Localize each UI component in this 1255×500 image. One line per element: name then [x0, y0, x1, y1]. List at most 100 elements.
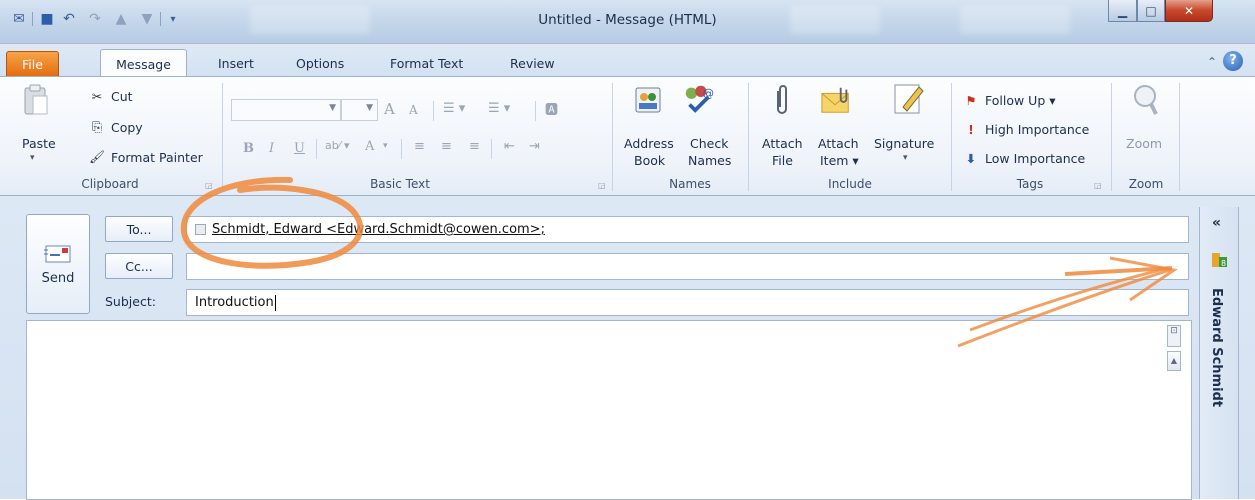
shrink-font-button[interactable]: A [409, 103, 418, 117]
font-color-dropdown-icon[interactable]: ▾ [383, 141, 388, 151]
ribbon: Paste ▾ ✂ Cut ⎘ Copy 🖌 Format Painter Clipb… [0, 76, 1255, 196]
address-book-icon[interactable] [632, 83, 664, 117]
send-label: Send [41, 270, 75, 286]
to-recipient[interactable]: Schmidt, Edward <Edward.Schmidt@cowen.co… [212, 222, 545, 237]
address-book-button[interactable]: Address [624, 136, 674, 151]
bullets-button[interactable]: ☰ ▾ [443, 101, 465, 116]
address-book-button-line2[interactable]: Book [634, 153, 665, 168]
follow-up-button[interactable]: ⚑ Follow Up ▾ [962, 90, 1055, 110]
clipboard-launcher-icon[interactable]: ◲ [205, 181, 213, 190]
tab-insert[interactable]: Insert [206, 49, 266, 77]
tags-launcher-icon[interactable]: ◲ [1094, 181, 1102, 190]
maximize-icon: □ [1145, 3, 1157, 18]
separator [401, 139, 402, 159]
collapse-pane-icon[interactable]: « [1212, 215, 1221, 231]
down-arrow-icon: ⬇ [965, 150, 977, 166]
minimize-button[interactable]: ▁ [1108, 0, 1137, 22]
tab-review[interactable]: Review [498, 49, 567, 77]
separator [491, 139, 492, 159]
maximize-button[interactable]: □ [1137, 0, 1165, 22]
minimize-ribbon-icon[interactable]: ⌃ [1207, 55, 1217, 69]
paperclip-icon[interactable] [766, 83, 798, 117]
increase-indent-icon[interactable]: ⇥ [529, 139, 540, 154]
paste-icon[interactable] [20, 83, 52, 117]
underline-button[interactable]: U [294, 141, 305, 156]
attach-item-button[interactable]: Attach [818, 136, 859, 151]
magnifier-icon[interactable] [1130, 83, 1162, 117]
group-label-names: Names [669, 177, 711, 191]
align-center-icon[interactable]: ≡ [441, 139, 452, 154]
group-label-clipboard: Clipboard [81, 177, 139, 191]
social-connector-icon[interactable]: 8 [1211, 251, 1229, 269]
tab-file[interactable]: File [6, 51, 59, 77]
copy-button[interactable]: ⎘ Copy [88, 117, 143, 137]
format-painter-button[interactable]: 🖌 Format Painter [88, 147, 203, 167]
chevron-down-icon: ▼ [366, 103, 373, 113]
send-envelope-icon [44, 245, 71, 262]
zoom-button[interactable]: Zoom [1126, 136, 1162, 151]
scroll-up-button[interactable]: ▲ [1167, 351, 1181, 371]
tab-options[interactable]: Options [284, 49, 356, 77]
cc-button[interactable]: Cc... [105, 253, 173, 279]
signature-dropdown-icon[interactable]: ▾ [903, 153, 908, 163]
paintbrush-icon: 🖌 [89, 149, 105, 164]
ribbon-tab-bar: File Message Insert Options Format Text … [0, 44, 1255, 78]
separator [535, 101, 536, 121]
flag-icon: ⚑ [965, 92, 977, 108]
minimize-icon: ▁ [1117, 3, 1128, 18]
subject-value: Introduction [195, 295, 274, 310]
tab-message[interactable]: Message [100, 49, 187, 78]
recipient-checkbox[interactable] [195, 224, 206, 235]
group-separator [951, 83, 952, 191]
to-button[interactable]: To... [105, 216, 173, 242]
italic-button[interactable]: I [269, 141, 274, 156]
group-label-zoom: Zoom [1128, 177, 1164, 191]
bold-button[interactable]: B [243, 141, 254, 156]
tab-format-text[interactable]: Format Text [378, 49, 475, 77]
grow-font-button[interactable]: A [384, 100, 395, 118]
group-separator [748, 83, 749, 191]
message-body[interactable]: ⊡ ▲ [26, 320, 1192, 500]
check-names-icon[interactable]: @ [682, 81, 714, 115]
paste-button[interactable]: Paste [22, 136, 56, 151]
text-cursor [274, 294, 276, 311]
check-names-button-line2[interactable]: Names [688, 153, 731, 168]
check-names-button[interactable]: Check [690, 136, 728, 151]
highlight-button[interactable]: ab⁄ ▾ [325, 139, 350, 152]
ruler-toggle-icon[interactable]: ⊡ [1167, 325, 1181, 347]
close-icon: ✕ [1183, 3, 1195, 18]
chevron-down-icon: ▼ [329, 103, 336, 113]
attach-file-button[interactable]: Attach [762, 136, 803, 151]
send-button[interactable]: Send [26, 214, 90, 314]
separator [433, 101, 434, 121]
attach-file-button-line2[interactable]: File [772, 153, 793, 168]
basic-text-launcher-icon[interactable]: ◲ [598, 181, 606, 190]
subject-field[interactable]: Introduction [186, 289, 1189, 316]
signature-button[interactable]: Signature [874, 136, 934, 151]
cut-button[interactable]: ✂ Cut [88, 86, 133, 106]
scissors-icon: ✂ [91, 88, 103, 104]
font-color-button[interactable]: A [365, 139, 374, 154]
group-separator [222, 83, 223, 191]
numbering-button[interactable]: ☰ ▾ [488, 101, 510, 116]
paste-dropdown-icon[interactable]: ▾ [30, 153, 35, 163]
align-left-icon[interactable]: ≡ [414, 139, 425, 154]
signature-icon[interactable] [893, 81, 925, 115]
close-button[interactable]: ✕ [1165, 0, 1213, 22]
low-importance-button[interactable]: ⬇ Low Importance [962, 148, 1085, 168]
attach-item-icon[interactable] [820, 83, 852, 117]
styles-icon[interactable]: 🅰 [545, 99, 558, 118]
decrease-indent-icon[interactable]: ⇤ [504, 139, 515, 154]
group-label-include: Include [828, 177, 872, 191]
copy-icon: ⎘ [91, 119, 102, 134]
high-importance-button[interactable]: ! High Importance [962, 119, 1089, 139]
exclamation-icon: ! [968, 121, 974, 137]
to-field[interactable]: Schmidt, Edward <Edward.Schmidt@cowen.co… [186, 216, 1189, 243]
font-size-combo[interactable]: ▼ [341, 99, 378, 121]
font-name-combo[interactable]: ▼ [231, 99, 341, 121]
help-icon[interactable]: ? [1223, 51, 1243, 71]
cc-field[interactable] [186, 253, 1189, 280]
attach-item-button-line2[interactable]: Item ▾ [820, 153, 859, 168]
title-bar: ✉ ■ ↶ ↷ ▲ ▼ ▾ Untitled - Message (HTML) … [0, 0, 1255, 44]
align-right-icon[interactable]: ≡ [469, 139, 480, 154]
